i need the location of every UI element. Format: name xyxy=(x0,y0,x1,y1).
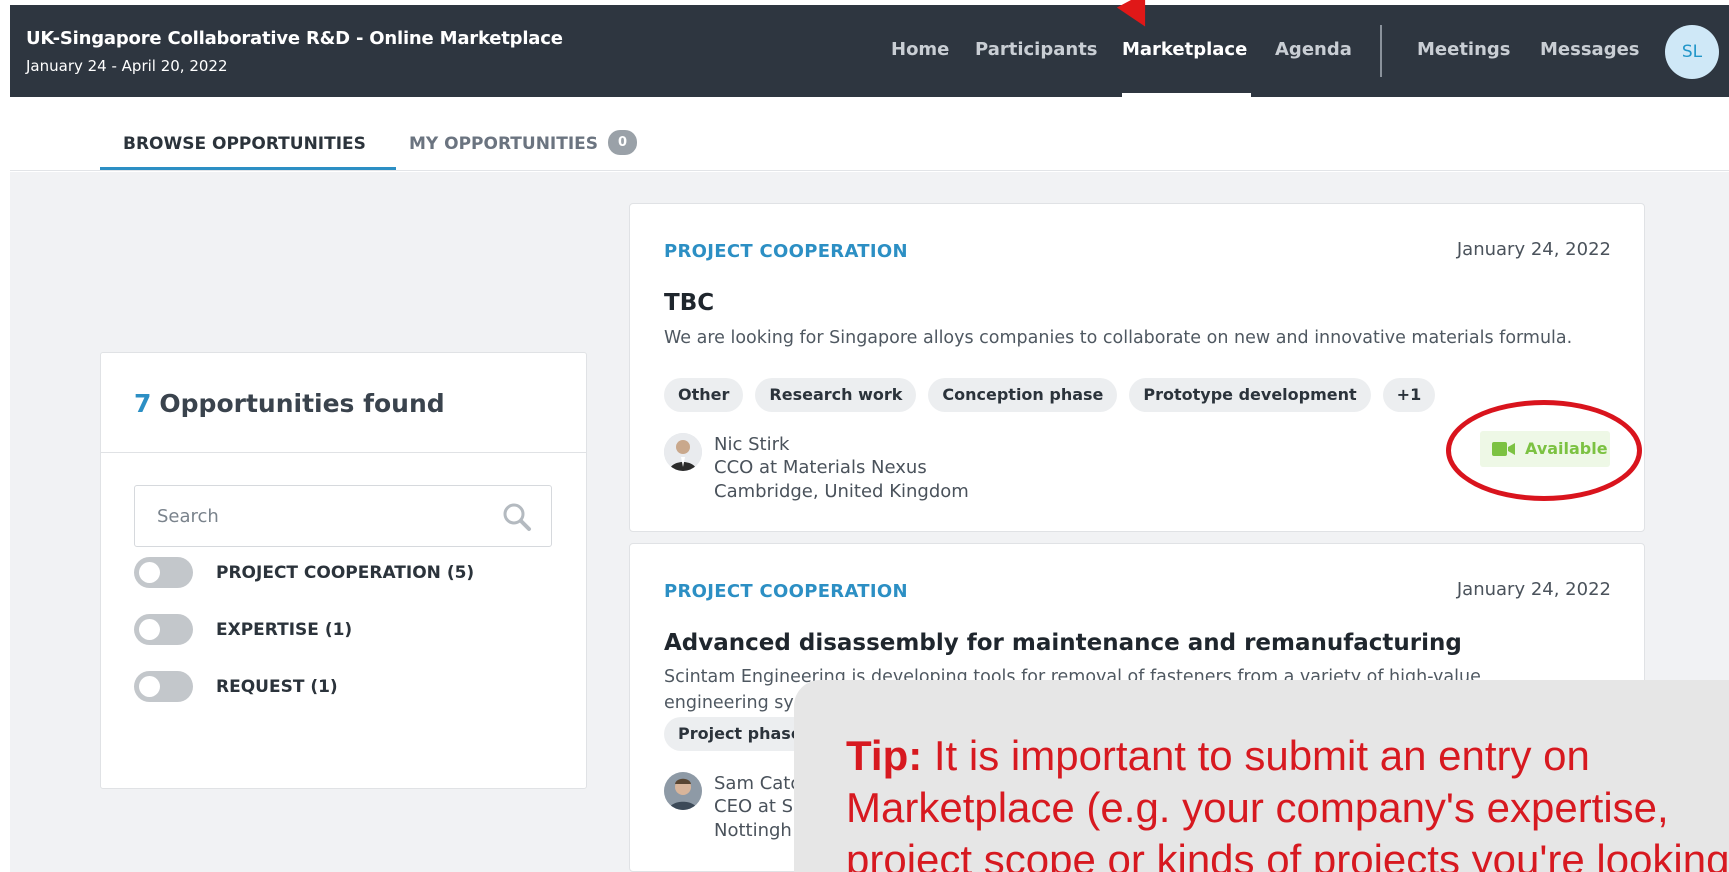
nav-meetings[interactable]: Meetings xyxy=(1417,39,1511,60)
person-photo-icon xyxy=(664,433,702,471)
more-tags-badge[interactable]: +1 xyxy=(1382,378,1436,412)
tag-list: Other Research work Conception phase Pro… xyxy=(664,378,1436,412)
tip-overlay: Tip: It is important to submit an entry … xyxy=(794,680,1729,872)
person-location: Cambridge, United Kingdom xyxy=(714,481,969,502)
nav-participants[interactable]: Participants xyxy=(975,39,1098,60)
person-role: CCO at Materials Nexus xyxy=(714,457,927,478)
active-tab-indicator xyxy=(100,167,396,170)
nav-marketplace[interactable]: Marketplace xyxy=(1122,39,1247,60)
tag: Conception phase xyxy=(928,378,1118,412)
search-input[interactable]: Search xyxy=(134,485,552,547)
person-name[interactable]: Nic Stirk xyxy=(714,433,789,456)
person-location: Nottingh xyxy=(714,820,792,841)
annotation-circle xyxy=(1446,400,1642,501)
tag: Other xyxy=(664,378,744,412)
opportunity-date: January 24, 2022 xyxy=(1456,239,1611,260)
tip-line-2: Marketplace (e.g. your company's experti… xyxy=(846,784,1669,831)
nav-divider xyxy=(1380,25,1382,77)
tip-line: Tip: It is important to submit an entry … xyxy=(846,730,1729,782)
my-opportunities-count-badge: 0 xyxy=(608,130,637,155)
opportunity-description: We are looking for Singapore alloys comp… xyxy=(664,328,1573,348)
filter-toggle[interactable] xyxy=(134,671,193,702)
filter-label: PROJECT COOPERATION (5) xyxy=(216,563,475,583)
search-placeholder: Search xyxy=(157,506,219,527)
panel-divider xyxy=(101,452,586,453)
tip-text: Tip: It is important to submit an entry … xyxy=(846,730,1729,872)
tag: Prototype development xyxy=(1129,378,1371,412)
nav-agenda[interactable]: Agenda xyxy=(1275,39,1352,60)
person-avatar[interactable] xyxy=(664,772,702,810)
filter-label: REQUEST (1) xyxy=(216,677,338,697)
results-count-label: Opportunities found xyxy=(159,389,445,418)
opportunity-category: PROJECT COOPERATION xyxy=(664,581,908,602)
nav-home[interactable]: Home xyxy=(891,39,949,60)
tag-list: Project phase xyxy=(664,717,816,751)
opportunity-tabs: BROWSE OPPORTUNITIES MY OPPORTUNITIES 0 xyxy=(10,97,1729,171)
top-navigation-bar: UK-Singapore Collaborative R&D - Online … xyxy=(10,5,1729,97)
opportunity-title[interactable]: Advanced disassembly for maintenance and… xyxy=(664,630,1462,656)
opportunity-category: PROJECT COOPERATION xyxy=(664,241,908,262)
tag: Research work xyxy=(755,378,917,412)
person-name[interactable]: Sam Cato xyxy=(714,772,801,795)
tip-label: Tip: xyxy=(846,732,923,779)
event-title: UK-Singapore Collaborative R&D - Online … xyxy=(26,28,563,49)
user-avatar[interactable]: SL xyxy=(1665,25,1719,79)
person-role: CEO at Sc xyxy=(714,796,803,817)
nav-messages[interactable]: Messages xyxy=(1540,39,1640,60)
person-photo-icon xyxy=(664,772,702,810)
search-icon[interactable] xyxy=(502,502,532,532)
filter-label: EXPERTISE (1) xyxy=(216,620,353,640)
tab-browse-opportunities[interactable]: BROWSE OPPORTUNITIES xyxy=(123,134,366,154)
filter-toggle[interactable] xyxy=(134,557,193,588)
tag: Project phase xyxy=(664,717,816,751)
results-count-number: 7 xyxy=(134,389,152,418)
filter-panel: 7 Opportunities found Search PROJECT COOP… xyxy=(100,352,587,789)
tip-line-3: project scope or kinds of projects you'r… xyxy=(846,836,1729,872)
filter-toggle[interactable] xyxy=(134,614,193,645)
person-avatar[interactable] xyxy=(664,433,702,471)
tab-my-opportunities[interactable]: MY OPPORTUNITIES xyxy=(409,134,598,154)
event-dates: January 24 - April 20, 2022 xyxy=(26,57,228,75)
opportunity-date: January 24, 2022 xyxy=(1456,579,1611,600)
results-count: 7 Opportunities found xyxy=(134,389,445,418)
opportunity-title[interactable]: TBC xyxy=(664,290,714,316)
tip-line-1: It is important to submit an entry on xyxy=(933,732,1590,779)
